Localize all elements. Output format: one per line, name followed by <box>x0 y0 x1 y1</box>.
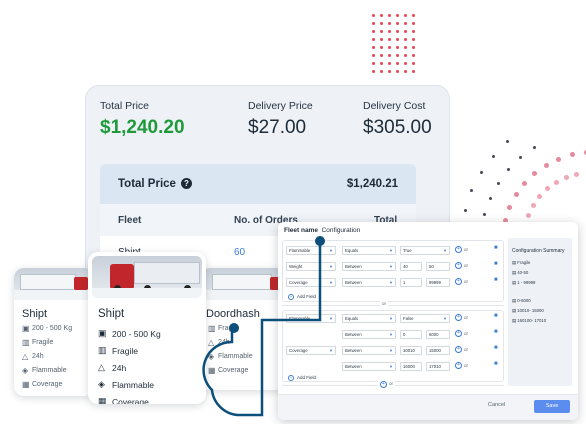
connector-node <box>315 236 325 246</box>
connector-node <box>229 323 239 333</box>
connector-line <box>202 236 325 417</box>
